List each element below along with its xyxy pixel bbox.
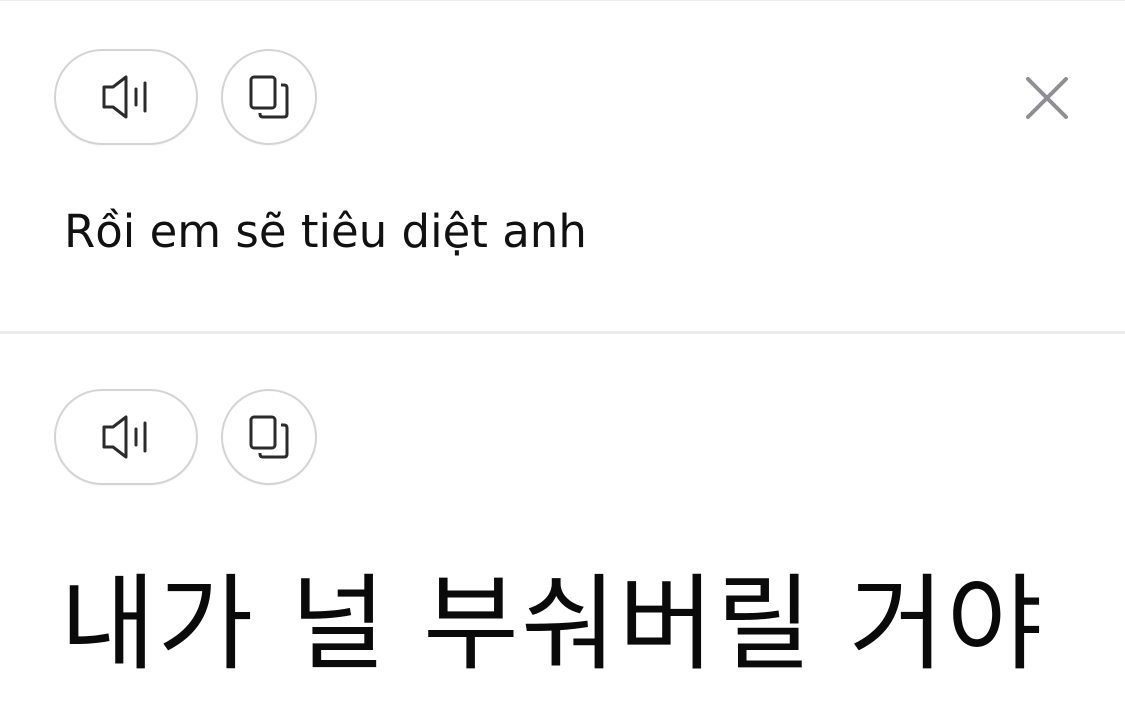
- copy-icon: [248, 414, 290, 460]
- target-copy-button[interactable]: [221, 389, 317, 485]
- speaker-icon: [100, 74, 152, 120]
- source-speak-button[interactable]: [54, 49, 198, 145]
- translated-text: 내가 널 부숴버릴 거야: [60, 563, 1045, 685]
- close-icon: [1024, 75, 1070, 121]
- translation-screen: Rồi em sẽ tiêu diệt anh 내가 널 부숴버릴 거야: [0, 0, 1125, 723]
- source-panel: Rồi em sẽ tiêu diệt anh: [0, 0, 1125, 333]
- speaker-icon: [100, 414, 152, 460]
- copy-icon: [248, 74, 290, 120]
- target-speak-button[interactable]: [54, 389, 198, 485]
- source-copy-button[interactable]: [221, 49, 317, 145]
- close-button[interactable]: [1018, 69, 1076, 127]
- target-panel: 내가 널 부숴버릴 거야: [0, 334, 1125, 723]
- source-text: Rồi em sẽ tiêu diệt anh: [64, 205, 587, 258]
